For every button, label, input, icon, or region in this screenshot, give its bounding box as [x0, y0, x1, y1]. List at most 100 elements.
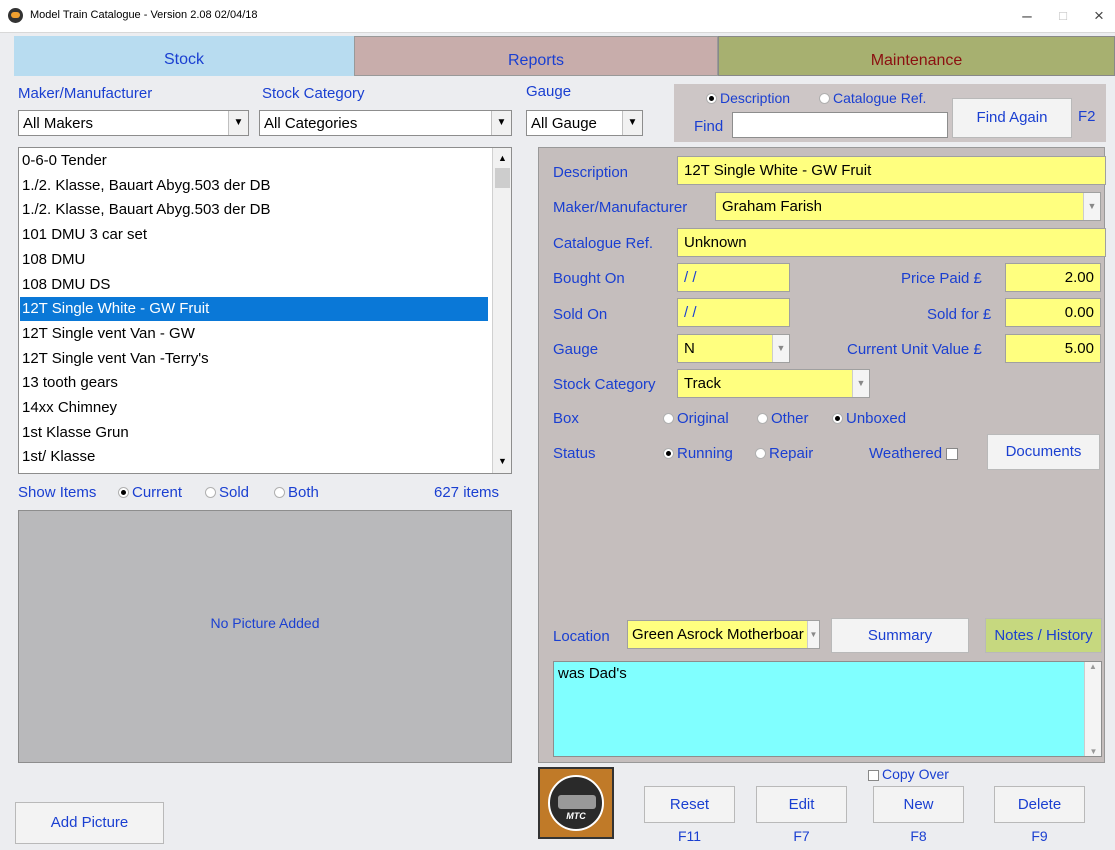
chevron-down-icon: ▼ — [772, 335, 789, 362]
sold-for-field[interactable]: 0.00 — [1005, 298, 1101, 327]
show-current-label: Current — [132, 484, 183, 501]
radio-icon — [706, 92, 717, 104]
scroll-down-icon[interactable]: ▼ — [1085, 747, 1102, 756]
notes-history-button[interactable]: Notes / History — [985, 618, 1102, 653]
checkbox-icon — [868, 769, 879, 781]
items-count: 627 items — [434, 484, 500, 501]
catalogue-field[interactable]: Unknown — [677, 228, 1106, 257]
status-repair-label: Repair — [769, 445, 814, 462]
reset-button[interactable]: Reset — [644, 786, 735, 823]
notes-scrollbar[interactable]: ▲ ▼ — [1084, 662, 1101, 756]
list-item[interactable]: 1st Klasse Grun — [22, 421, 485, 445]
summary-button[interactable]: Summary — [831, 618, 969, 653]
category-filter-select[interactable]: All Categories ▼ — [259, 110, 512, 136]
list-item[interactable]: 108 DMU DS — [22, 273, 485, 297]
train-logo-icon: MTC — [548, 775, 604, 831]
window-title: Model Train Catalogue - Version 2.08 02/… — [30, 9, 258, 21]
bought-value: / / — [684, 269, 697, 286]
list-item[interactable]: 1./2. Klasse, Bauart Abyg.503 der DB — [22, 174, 485, 198]
show-both-radio[interactable]: Both — [274, 484, 319, 501]
status-repair-radio[interactable]: Repair — [755, 445, 813, 462]
maker-filter-value: All Makers — [23, 115, 94, 132]
find-panel: Description Catalogue Ref. Find Find Aga… — [674, 84, 1106, 142]
checkbox-icon — [946, 448, 959, 461]
scroll-thumb[interactable] — [495, 168, 510, 188]
status-running-label: Running — [677, 445, 733, 462]
tab-reports[interactable]: Reports — [354, 36, 718, 76]
status-running-radio[interactable]: Running — [663, 445, 733, 462]
list-item[interactable]: 108 DMU — [22, 248, 485, 272]
radio-icon — [663, 412, 674, 424]
list-item[interactable]: 1st/ Klasse — [22, 445, 485, 469]
list-item[interactable]: 101 DMU 3 car set — [22, 223, 485, 247]
notes-text: was Dad's — [558, 665, 627, 682]
gauge-select[interactable]: N ▼ — [677, 334, 790, 363]
bought-label: Bought On — [553, 270, 625, 287]
minimize-button[interactable]: – — [1012, 4, 1042, 28]
box-unboxed-label: Unboxed — [846, 410, 907, 427]
list-item[interactable]: 13 tooth gears — [22, 371, 485, 395]
show-sold-label: Sold — [219, 484, 250, 501]
box-original-label: Original — [677, 410, 729, 427]
gauge-filter-value: All Gauge — [531, 115, 597, 132]
radio-icon — [832, 412, 843, 424]
delete-button[interactable]: Delete — [994, 786, 1085, 823]
chevron-down-icon: ▼ — [228, 111, 248, 135]
sold-label: Sold On — [553, 306, 608, 323]
notes-textarea[interactable]: was Dad's ▲ ▼ — [553, 661, 1102, 757]
maker-select[interactable]: Graham Farish ▼ — [715, 192, 1101, 221]
description-field[interactable]: 12T Single White - GW Fruit — [677, 156, 1106, 185]
location-value: Green Asrock Motherboar — [632, 626, 804, 643]
add-picture-button[interactable]: Add Picture — [15, 802, 164, 844]
maximize-button[interactable]: □ — [1048, 4, 1078, 28]
edit-button[interactable]: Edit — [756, 786, 847, 823]
price-paid-label: Price Paid £ — [901, 270, 982, 287]
scroll-up-icon[interactable]: ▲ — [493, 148, 511, 168]
gauge-filter-select[interactable]: All Gauge ▼ — [526, 110, 643, 136]
box-original-radio[interactable]: Original — [663, 410, 729, 427]
show-current-radio[interactable]: Current — [118, 484, 182, 501]
close-button[interactable]: × — [1084, 4, 1114, 28]
show-sold-radio[interactable]: Sold — [205, 484, 249, 501]
tab-maintenance[interactable]: Maintenance — [718, 36, 1115, 76]
new-shortcut: F8 — [910, 828, 927, 844]
find-option-description[interactable]: Description — [706, 90, 790, 106]
box-label: Box — [553, 410, 579, 427]
list-item[interactable]: 12T Single vent Van - GW — [22, 322, 485, 346]
list-item[interactable]: 12T Single White - GW Fruit — [20, 297, 488, 322]
documents-button[interactable]: Documents — [987, 434, 1100, 470]
chevron-down-icon: ▼ — [1083, 193, 1100, 220]
sold-field[interactable]: / / — [677, 298, 790, 327]
radio-icon — [663, 447, 674, 459]
find-again-button[interactable]: Find Again — [952, 98, 1072, 138]
list-scrollbar[interactable]: ▲ ▼ — [492, 148, 511, 473]
location-select[interactable]: Green Asrock Motherboar ▼ — [627, 620, 820, 649]
find-input[interactable] — [732, 112, 948, 138]
radio-icon — [757, 412, 768, 424]
find-option-description-label: Description — [720, 90, 791, 106]
location-label: Location — [553, 628, 610, 645]
delete-shortcut: F9 — [1031, 828, 1048, 844]
stock-category-select[interactable]: Track ▼ — [677, 369, 870, 398]
copy-over-checkbox[interactable]: Copy Over — [868, 766, 949, 782]
status-label: Status — [553, 445, 596, 462]
bought-field[interactable]: / / — [677, 263, 790, 292]
gauge-filter-label: Gauge — [526, 83, 572, 100]
list-item[interactable]: 0-6-0 Tender — [22, 149, 485, 173]
price-paid-field[interactable]: 2.00 — [1005, 263, 1101, 292]
current-value-field[interactable]: 5.00 — [1005, 334, 1101, 363]
new-button[interactable]: New — [873, 786, 964, 823]
tab-stock[interactable]: Stock — [14, 36, 354, 76]
show-items-label: Show Items — [18, 484, 97, 501]
weathered-checkbox[interactable]: Weathered — [869, 445, 959, 462]
scroll-down-icon[interactable]: ▼ — [493, 451, 511, 471]
list-item[interactable]: 12T Single vent Van -Terry's — [22, 347, 485, 371]
box-other-radio[interactable]: Other — [757, 410, 809, 427]
list-item[interactable]: 1./2. Klasse, Bauart Abyg.503 der DB — [22, 198, 485, 222]
maker-filter-select[interactable]: All Makers ▼ — [18, 110, 249, 136]
find-option-catalogue[interactable]: Catalogue Ref. — [819, 90, 926, 106]
box-unboxed-radio[interactable]: Unboxed — [832, 410, 906, 427]
scroll-up-icon[interactable]: ▲ — [1085, 662, 1101, 671]
stock-list[interactable]: 0-6-0 Tender 1./2. Klasse, Bauart Abyg.50… — [18, 147, 512, 474]
list-item[interactable]: 14xx Chimney — [22, 396, 485, 420]
